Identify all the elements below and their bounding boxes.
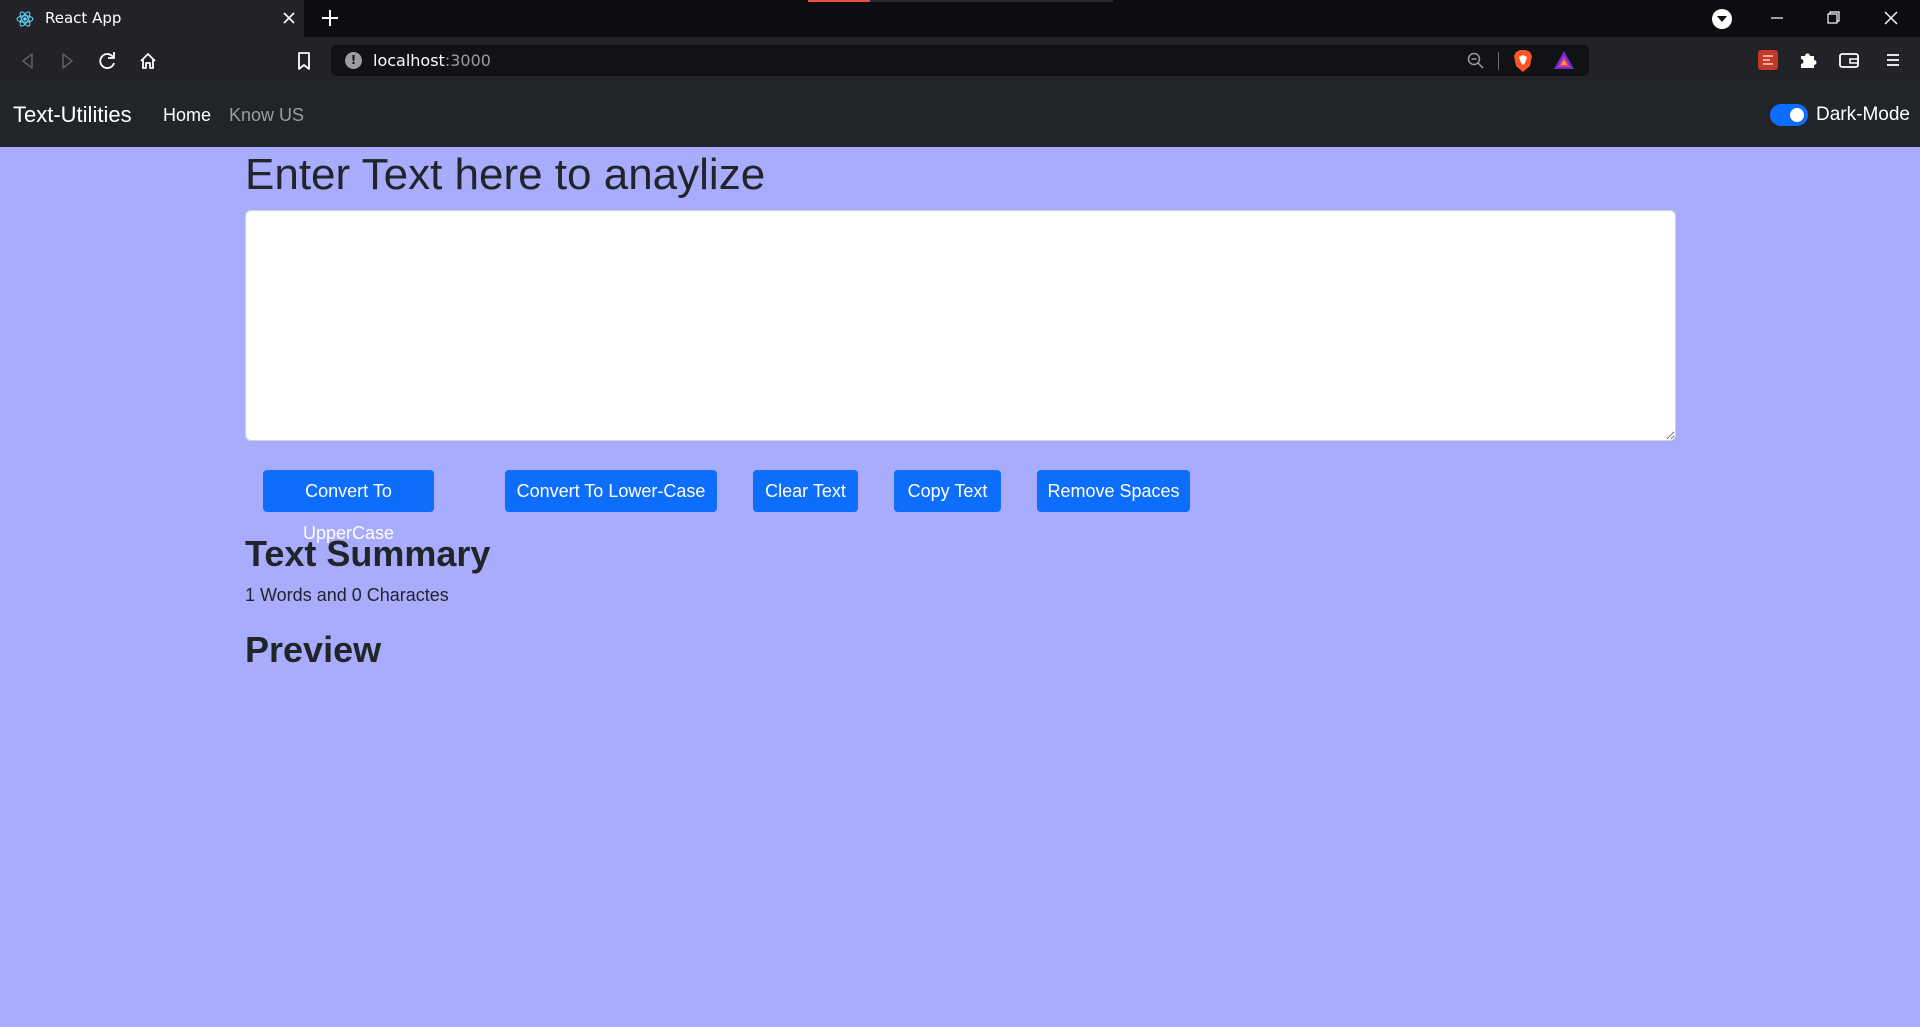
convert-lowercase-button[interactable]: Convert To Lower-Case — [505, 470, 717, 512]
brave-rewards-icon[interactable] — [1553, 50, 1575, 70]
browser-toolbar: ! localhost:3000 — [0, 37, 1920, 84]
brave-menu-icon[interactable] — [1712, 9, 1732, 29]
page-heading: Enter Text here to anaylize — [245, 150, 766, 199]
text-summary-stats: 1 Words and 0 Charactes — [245, 585, 449, 605]
url-text[interactable]: localhost:3000 — [373, 51, 491, 70]
react-favicon — [16, 11, 34, 27]
brave-shields-icon[interactable] — [1512, 49, 1534, 73]
browser-tab[interactable]: React App — [0, 0, 304, 37]
back-icon[interactable] — [14, 47, 42, 75]
preview-heading: Preview — [245, 629, 382, 670]
zoom-out-icon[interactable] — [1466, 51, 1486, 71]
plus-icon[interactable] — [318, 6, 342, 30]
url-separator — [1498, 52, 1499, 70]
browser-tab-bar: React App — [0, 0, 1920, 37]
address-bar[interactable]: ! localhost:3000 — [331, 45, 1589, 76]
convert-uppercase-button[interactable]: Convert To UpperCase — [263, 470, 434, 543]
dark-mode-label[interactable]: Dark-Mode — [1816, 104, 1910, 126]
tab-title: React App — [45, 9, 122, 27]
clear-text-button[interactable]: Clear Text — [753, 470, 858, 512]
remove-spaces-button[interactable]: Remove Spaces — [1037, 470, 1190, 512]
menu-icon[interactable] — [1880, 47, 1906, 73]
forward-icon[interactable] — [53, 47, 81, 75]
text-input[interactable] — [245, 210, 1676, 441]
minimize-icon[interactable] — [1762, 5, 1792, 31]
dark-mode-toggle[interactable] — [1770, 104, 1808, 126]
info-icon[interactable]: ! — [345, 52, 362, 69]
nav-link-know-us[interactable]: Know US — [229, 105, 304, 126]
close-icon[interactable] — [278, 7, 300, 29]
restore-icon[interactable] — [1818, 5, 1848, 31]
navbar-brand[interactable]: Text-Utilities — [13, 102, 132, 128]
nav-link-home[interactable]: Home — [163, 105, 211, 126]
reload-icon[interactable] — [93, 47, 121, 75]
bookmark-icon[interactable] — [290, 47, 318, 75]
home-icon[interactable] — [134, 47, 162, 75]
close-window-icon[interactable] — [1876, 5, 1906, 31]
extension-icon[interactable] — [1755, 47, 1781, 73]
app-navbar: Text-Utilities Home Know US Dark-Mode — [0, 84, 1920, 147]
wallet-icon[interactable] — [1836, 47, 1862, 73]
puzzle-icon[interactable] — [1795, 47, 1821, 73]
copy-text-button[interactable]: Copy Text — [894, 470, 1001, 512]
toggle-knob — [1790, 108, 1804, 122]
text-summary-heading: Text Summary — [245, 533, 491, 574]
loading-indicator — [808, 0, 1113, 2]
